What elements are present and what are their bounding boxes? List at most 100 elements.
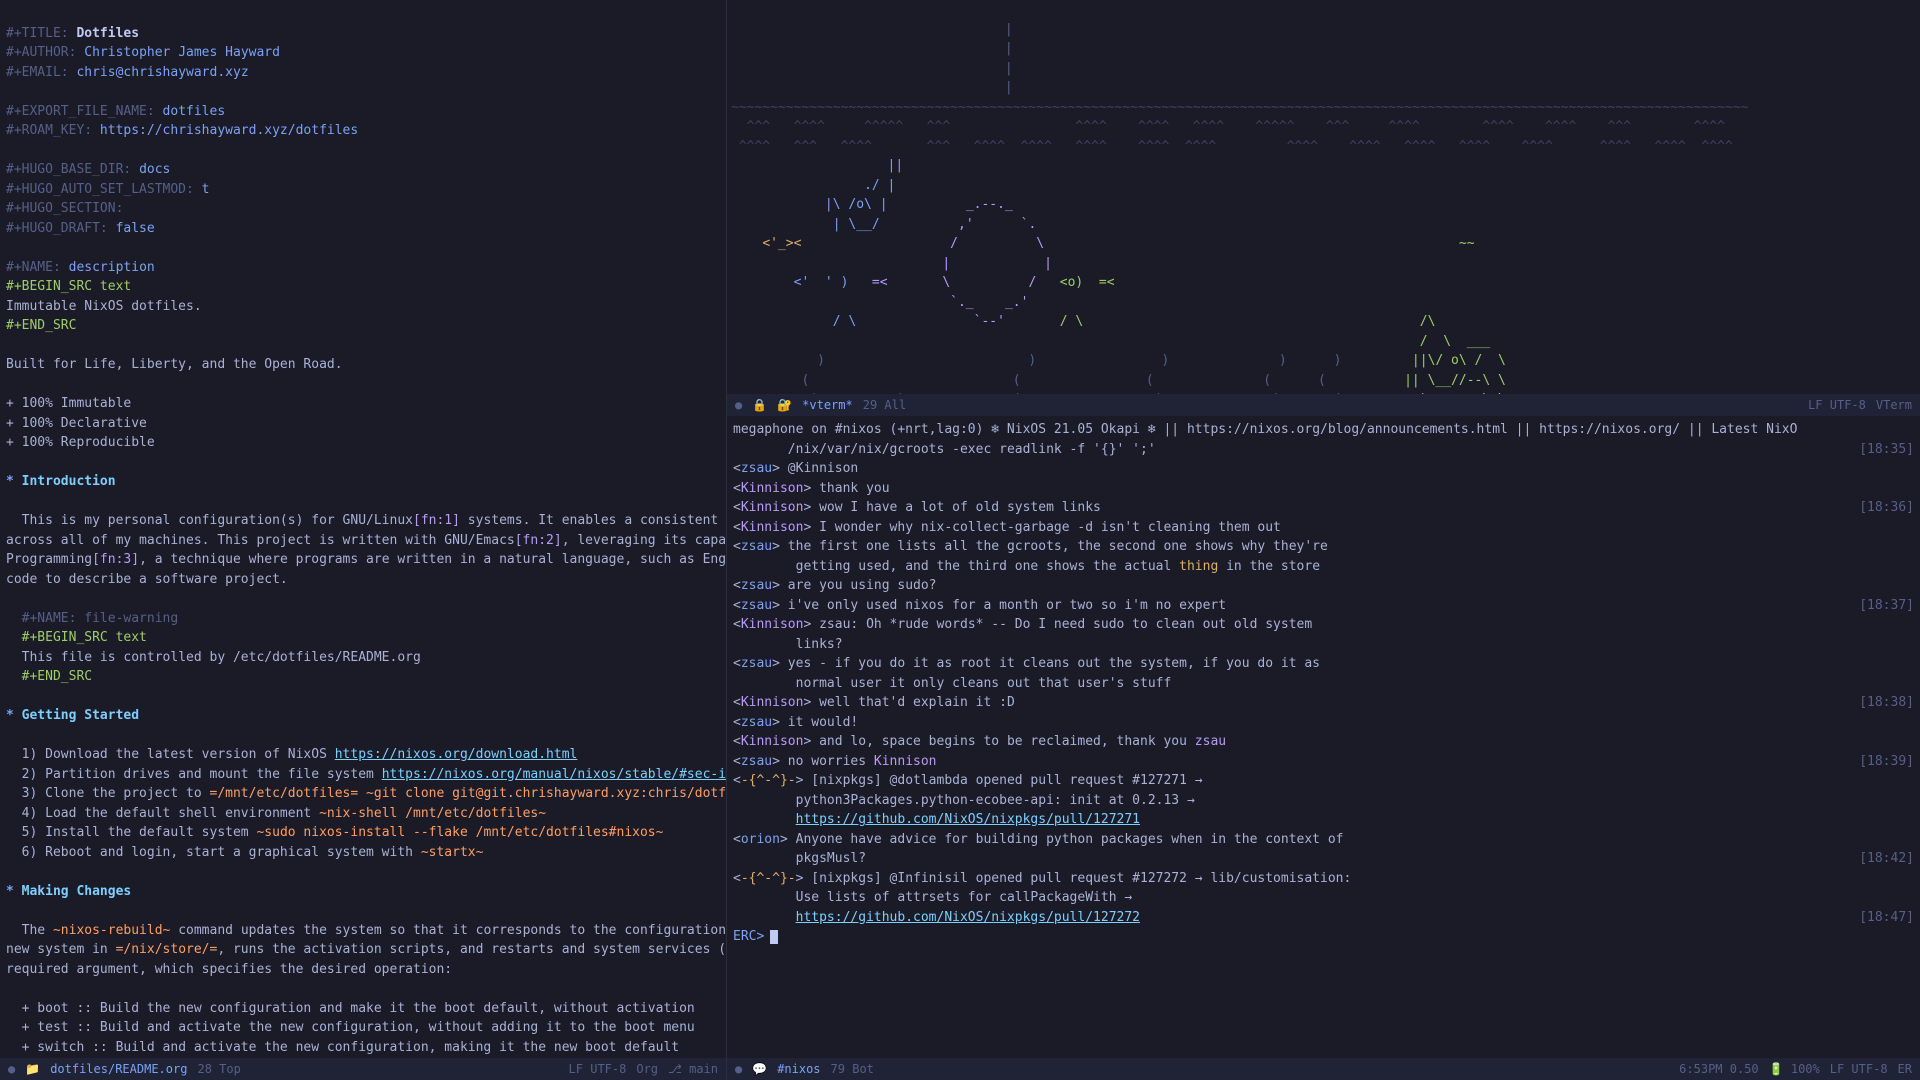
irc-line: Use lists of attrsets for callPackageWit… [733,888,1914,908]
heading-star: * [6,474,14,489]
irc-line: <orion> Anyone have advice for building … [733,830,1914,850]
meta-author-key: #+AUTHOR: [6,45,76,60]
irc-buffer[interactable]: megaphone on #nixos (+nrt,lag:0) ❄ NixOS… [727,416,1920,1058]
meta-name-key: #+NAME: [6,260,61,275]
modeline-buffer[interactable]: *vterm* [802,396,853,414]
mk-i1: + boot :: Build the new configuration an… [22,1001,695,1016]
step-5-cmd: ~sudo nixos-install --flake /mnt/etc/dot… [256,825,663,840]
step-1: 1) Download the latest version of NixOS [22,747,335,762]
irc-nick[interactable]: zsau [741,656,772,671]
mk-i2: + test :: Build and activate the new con… [22,1020,695,1035]
irc-line: normal user it only cleans out that user… [733,674,1914,694]
blk-body: This file is controlled by /etc/dotfiles… [22,650,421,665]
org-buffer-body[interactable]: #+TITLE: Dotfiles #+AUTHOR: Christopher … [0,0,726,1058]
irc-link[interactable]: https://github.com/NixOS/nixpkgs/pull/12… [796,910,1140,925]
vterm-modeline: ● 🔒 🔐 *vterm* 29 All LF UTF-8 VTerm [727,394,1920,416]
timestamp: [18:35] [1859,440,1914,460]
irc-nick[interactable]: Kinnison [741,500,804,515]
org-modeline: ● 📁 dotfiles/README.org 28 Top LF UTF-8 … [0,1058,726,1080]
meta-hdraft-key: #+HUGO_DRAFT: [6,221,108,236]
modeline-pos: 79 Bot [831,1060,874,1078]
modeline-branch[interactable]: main [689,1062,718,1076]
irc-nick[interactable]: zsau [741,754,772,769]
modeline-battery: 100% [1791,1062,1820,1076]
src-end: #+END_SRC [6,318,76,333]
modeline-pos: 29 All [863,396,906,414]
modeline-channel[interactable]: #nixos [777,1060,820,1078]
right-pane: | | | | ~~~~~~~~~~~~~~~~~~~~~~~~~~~~~~~~… [727,0,1920,1080]
irc-topic: megaphone on #nixos (+nrt,lag:0) ❄ NixOS… [733,420,1914,440]
modeline-file[interactable]: dotfiles/README.org [50,1060,187,1078]
irc-line: pkgsMusl?[18:42] [733,849,1914,869]
footnote-1[interactable]: [fn:1] [413,513,460,528]
intro-p1a: This is my personal configuration(s) for… [22,513,413,528]
timestamp: [18:36] [1859,498,1914,518]
heading-making[interactable]: Making Changes [22,884,132,899]
heading-getting[interactable]: Getting Started [22,708,139,723]
readonly-icon: 🔒 [752,396,767,414]
org-buffer-pane: #+TITLE: Dotfiles #+AUTHOR: Christopher … [0,0,727,1080]
modeline-enc: LF UTF-8 [1830,1060,1888,1078]
irc-link[interactable]: https://github.com/NixOS/nixpkgs/pull/12… [796,812,1140,827]
irc-line: <zsau> yes - if you do it as root it cle… [733,654,1914,674]
circle-icon: ● [8,1060,15,1078]
battery-icon: 🔋 [1769,1060,1784,1078]
irc-prompt[interactable]: ERC> [733,927,1914,947]
irc-nick[interactable]: orion [741,832,780,847]
src-begin: #+BEGIN_SRC text [6,279,131,294]
irc-line: <zsau> no worries Kinnison[18:39] [733,752,1914,772]
irc-nick[interactable]: zsau [741,715,772,730]
mk-p1a: The [22,923,53,938]
irc-nick[interactable]: Kinnison [741,617,804,632]
irc-nick[interactable]: zsau [741,461,772,476]
vterm-buffer[interactable]: | | | | ~~~~~~~~~~~~~~~~~~~~~~~~~~~~~~~~… [727,0,1920,394]
bullet-2: + 100% Declarative [6,416,147,431]
step-3-cmd: ~git clone git@git.chrishayward.xyz:chri… [358,786,726,801]
footnote-3[interactable]: [fn:3] [92,552,139,567]
irc-nick[interactable]: -{^-^}- [741,773,796,788]
meta-export: dotfiles [163,104,226,119]
meta-hbase: docs [139,162,170,177]
modeline-clock: 6:53PM 0.50 [1679,1060,1758,1078]
meta-export-key: #+EXPORT_FILE_NAME: [6,104,155,119]
irc-nick[interactable]: Kinnison [741,695,804,710]
irc-nick[interactable]: zsau [741,539,772,554]
mk-store: =/nix/store/= [116,942,218,957]
irc-modeline: ● 💬 #nixos 79 Bot 6:53PM 0.50 🔋 100% LF … [727,1058,1920,1080]
step-3: 3) Clone the project to [22,786,210,801]
meta-hsec-key: #+HUGO_SECTION: [6,201,123,216]
irc-line: <Kinnison> thank you [733,479,1914,499]
irc-nick[interactable]: Kinnison [741,481,804,496]
meta-hdraft: false [116,221,155,236]
step-4: 4) Load the default shell environment [22,806,319,821]
meta-author: Christopher James Hayward [84,45,280,60]
irc-nick[interactable]: Kinnison [741,520,804,535]
irc-nick[interactable]: Kinnison [741,734,804,749]
chat-icon: 💬 [752,1060,767,1078]
footnote-2[interactable]: [fn:2] [515,533,562,548]
irc-line: python3Packages.python-ecobee-api: init … [733,791,1914,811]
irc-line: <Kinnison> I wonder why nix-collect-garb… [733,518,1914,538]
timestamp: [18:38] [1859,693,1914,713]
timestamp: [18:42] [1859,849,1914,869]
step-4-cmd: ~nix-shell /mnt/etc/dotfiles~ [319,806,546,821]
irc-topic-2: /nix/var/nix/gcroots -exec readlink -f '… [733,440,1914,460]
modeline-mode: VTerm [1876,396,1912,414]
heading-intro[interactable]: Introduction [22,474,116,489]
timestamp: [18:47] [1859,908,1914,928]
modeline-pos: 28 Top [197,1060,240,1078]
step-5: 5) Install the default system [22,825,257,840]
link-nixos-download[interactable]: https://nixos.org/download.html [335,747,578,762]
irc-nick[interactable]: zsau [741,598,772,613]
irc-nick[interactable]: zsau [741,578,772,593]
meta-email-key: #+EMAIL: [6,65,69,80]
irc-line: <Kinnison> zsau: Oh *rude words* -- Do I… [733,615,1914,635]
circle-icon: ● [735,1060,742,1078]
bullet-3: + 100% Reproducible [6,435,155,450]
irc-nick[interactable]: -{^-^}- [741,871,796,886]
step-2: 2) Partition drives and mount the file s… [22,767,382,782]
irc-line: https://github.com/NixOS/nixpkgs/pull/12… [733,908,1914,928]
blk-begin: #+BEGIN_SRC text [22,630,147,645]
link-nixos-manual[interactable]: https://nixos.org/manual/nixos/stable/#s… [382,767,726,782]
irc-line: <Kinnison> wow I have a lot of old syste… [733,498,1914,518]
